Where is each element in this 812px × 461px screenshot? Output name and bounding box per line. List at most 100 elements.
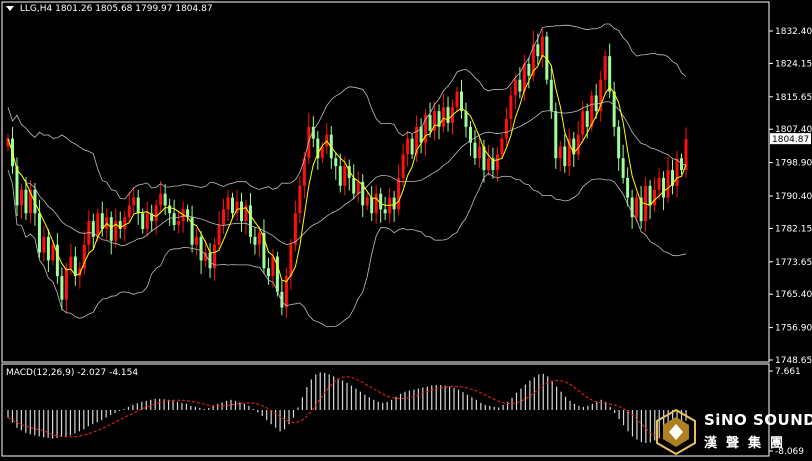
candle-body <box>356 181 360 194</box>
candle-body <box>518 79 522 92</box>
candle-body <box>338 166 342 186</box>
candle-body <box>495 154 499 171</box>
candle-body <box>141 213 145 229</box>
candle-body <box>217 225 221 245</box>
candle-body <box>527 63 531 76</box>
candle-body <box>55 244 59 277</box>
candle-body <box>231 197 235 214</box>
candle-body <box>222 209 226 226</box>
price-tick-label: 1832.40 <box>775 27 812 37</box>
candle-body <box>145 213 149 229</box>
candle-body <box>662 177 666 198</box>
candle-body <box>648 185 652 206</box>
candle-body <box>540 36 544 57</box>
price-tick-label: 1748.65 <box>775 356 812 366</box>
candle-body <box>446 107 450 123</box>
chart-header: LLG,H4 1801.26 1805.68 1799.97 1804.87 <box>6 4 213 14</box>
chart-background <box>0 0 812 461</box>
candle-body <box>617 126 621 159</box>
candle-body <box>370 197 374 214</box>
candle-body <box>226 197 230 210</box>
candle-body <box>464 111 468 127</box>
candle-body <box>132 197 136 206</box>
chart-symbol: LLG,H4 <box>19 4 53 14</box>
price-tick-label: 1756.90 <box>775 324 812 334</box>
candle-body <box>15 166 19 206</box>
candle-body <box>504 118 508 139</box>
candle-body <box>69 256 73 269</box>
candle-body <box>159 193 163 206</box>
candle-body <box>549 79 553 112</box>
candle-body <box>603 56 607 80</box>
candle-body <box>257 232 261 245</box>
macd-label: MACD(12,26,9) -2.027 -4.154 <box>6 368 139 378</box>
candle-body <box>64 268 68 300</box>
candle-body <box>379 193 383 210</box>
collapse-triangle-icon[interactable] <box>6 6 14 11</box>
candle-body <box>500 138 504 155</box>
candle-body <box>123 217 127 229</box>
candle-body <box>239 201 243 222</box>
candle-body <box>37 213 41 253</box>
trading-chart[interactable]: 1832.401824.151815.651807.401798.901790.… <box>0 0 812 461</box>
candle-down <box>275 251 279 297</box>
candle-body <box>266 268 270 277</box>
watermark-brand-cn: 漢聲集團 <box>704 436 793 451</box>
candle-body <box>585 111 589 127</box>
candle-body <box>51 244 55 261</box>
candle-body <box>576 134 580 155</box>
candle-body <box>109 217 113 241</box>
candle-body <box>172 213 176 226</box>
price-tick-label: 1773.65 <box>775 258 812 268</box>
price-tick-label: 1765.40 <box>775 290 812 300</box>
candle-body <box>96 213 100 237</box>
candle-body <box>195 236 199 245</box>
candle-body <box>486 158 490 171</box>
candle-body <box>455 91 459 108</box>
candle-body <box>343 166 347 186</box>
price-tick-label: 1782.15 <box>775 224 812 234</box>
candle-body <box>558 146 562 159</box>
candle-body <box>100 213 104 229</box>
price-tick-label: 1824.15 <box>775 59 812 69</box>
candle-body <box>626 177 630 198</box>
current-price-marker: 1804.87 <box>770 133 811 145</box>
candle-body <box>612 91 616 127</box>
candle-body <box>253 236 257 245</box>
macd-header: MACD(12,26,9) -2.027 -4.154 <box>6 368 138 378</box>
candle-body <box>293 213 297 245</box>
candle-body <box>397 177 401 210</box>
candle-body <box>657 177 661 190</box>
candle-body <box>509 95 513 119</box>
candle-body <box>473 142 477 159</box>
candle-body <box>46 236 50 261</box>
candle-body <box>199 236 203 261</box>
candle-body <box>675 158 679 186</box>
candle-body <box>536 44 540 57</box>
candle-body <box>513 79 517 96</box>
candle-body <box>401 154 405 178</box>
chart-ohlc: 1801.26 1805.68 1799.97 1804.87 <box>55 4 213 14</box>
price-tick-label: 1790.40 <box>775 192 812 202</box>
candle-body <box>406 138 410 155</box>
candle-body <box>383 209 387 214</box>
candle-body <box>365 197 369 206</box>
candle-body <box>177 221 181 226</box>
candle-body <box>621 158 625 178</box>
candle-body <box>127 205 131 218</box>
candle-body <box>91 221 95 237</box>
candle-body <box>24 189 28 214</box>
candle-body <box>442 107 446 127</box>
candle-body <box>163 193 167 206</box>
watermark-brand: SiNO SOUND <box>704 411 812 429</box>
candle-body <box>635 197 639 218</box>
candle-body <box>154 205 158 222</box>
candle-body <box>581 111 585 135</box>
candle-body <box>42 236 46 253</box>
current-price-label: 1804.87 <box>772 135 809 145</box>
candle-body <box>289 244 293 277</box>
candle-body <box>19 189 23 206</box>
candle-body <box>334 158 338 167</box>
candle-body <box>428 115 432 131</box>
candle-body <box>271 256 275 277</box>
